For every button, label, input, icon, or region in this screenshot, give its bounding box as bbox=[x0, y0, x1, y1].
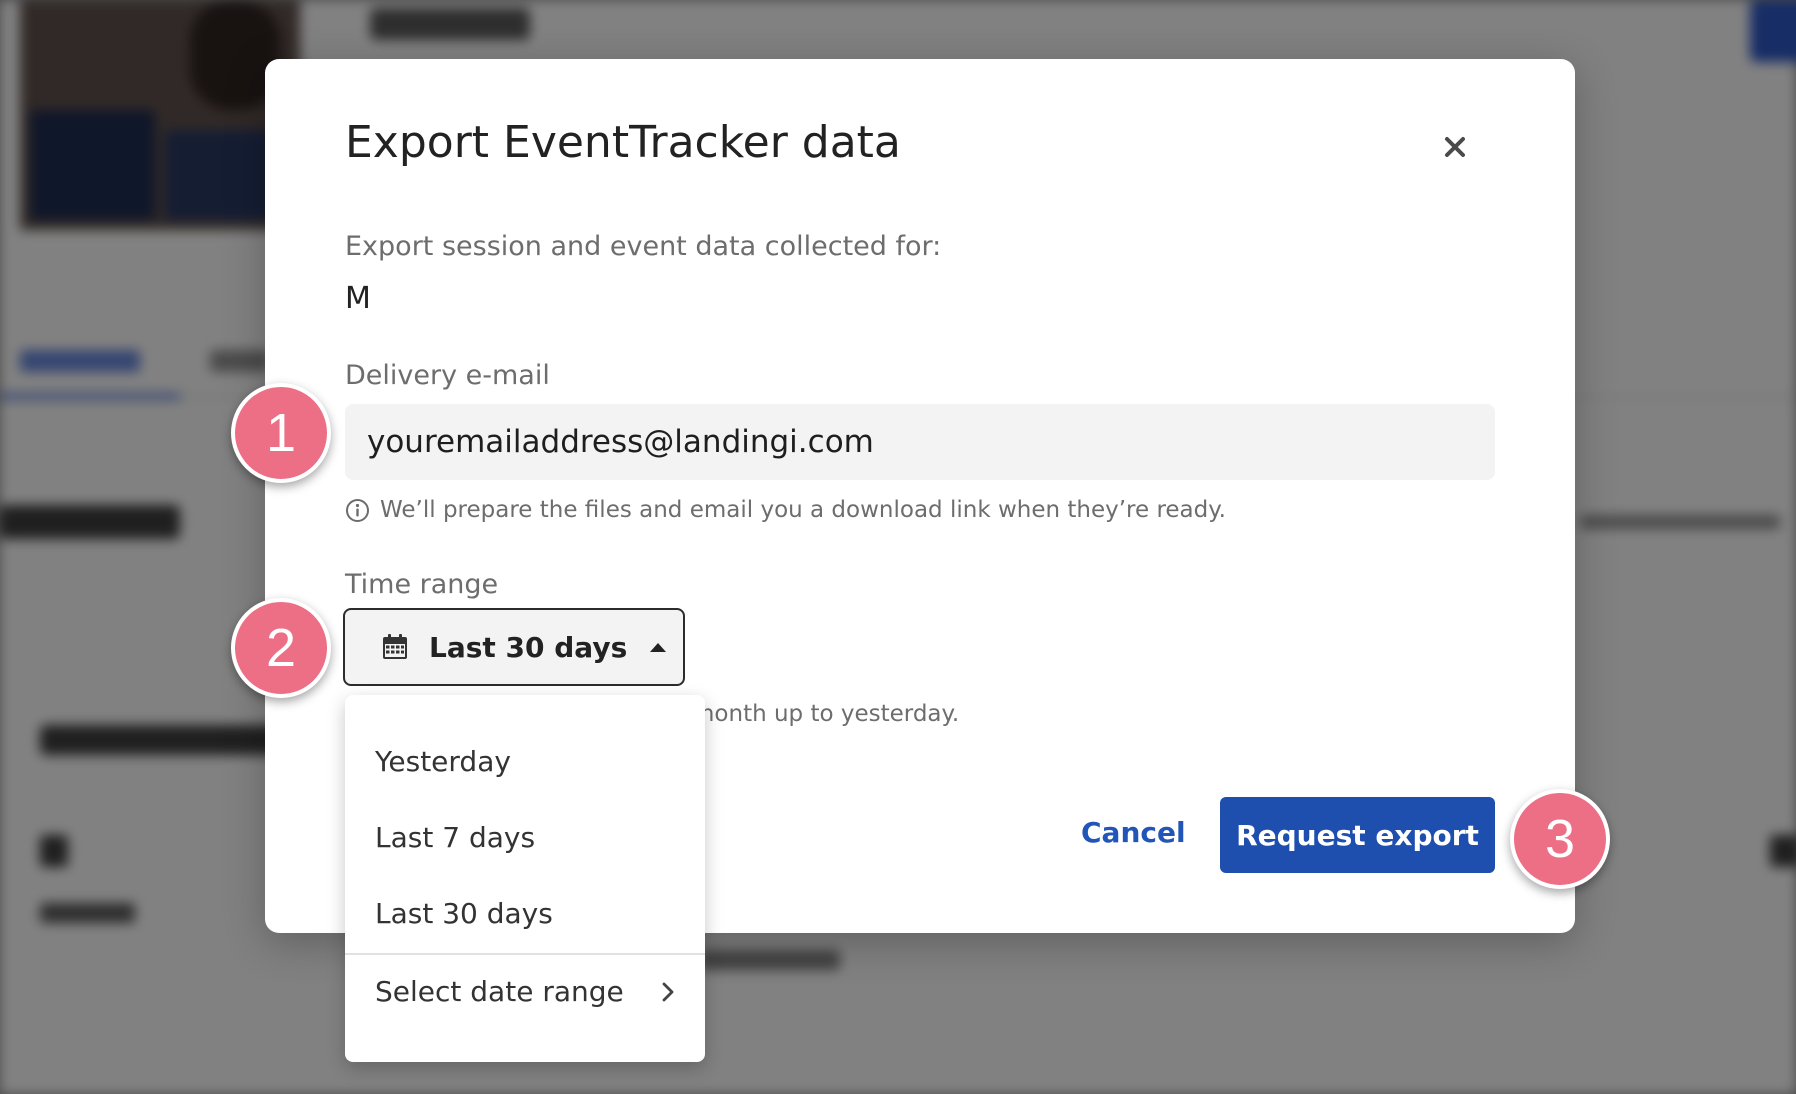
calendar-icon bbox=[383, 634, 407, 659]
subject-value: M bbox=[345, 281, 371, 316]
request-export-button[interactable]: Request export bbox=[1220, 797, 1495, 873]
chevron-right-icon bbox=[662, 982, 674, 1001]
dialog-title: Export EventTracker data bbox=[345, 117, 901, 168]
time-range-label: Time range bbox=[345, 569, 499, 600]
step-badge: 2 bbox=[231, 598, 331, 698]
menu-item-select-date-range[interactable]: Select date range bbox=[375, 975, 675, 1008]
step-badge: 3 bbox=[1510, 789, 1610, 889]
menu-item-last-7-days[interactable]: Last 7 days bbox=[375, 821, 535, 854]
menu-item-yesterday[interactable]: Yesterday bbox=[375, 745, 511, 778]
cancel-button[interactable]: Cancel bbox=[1061, 796, 1206, 868]
delivery-email-input[interactable] bbox=[345, 404, 1495, 480]
screen: Export EventTracker data Export session … bbox=[0, 0, 1796, 1094]
delivery-email-hint-text: We’ll prepare the files and email you a … bbox=[380, 497, 1226, 523]
close-button[interactable] bbox=[1437, 129, 1473, 165]
info-icon bbox=[346, 498, 369, 522]
delivery-email-label: Delivery e-mail bbox=[345, 360, 550, 391]
delivery-email-hint: We’ll prepare the files and email you a … bbox=[345, 497, 1226, 523]
menu-item-last-30-days[interactable]: Last 30 days bbox=[375, 897, 553, 930]
time-range-menu: Yesterday Last 7 days Last 30 days Selec… bbox=[345, 695, 705, 1062]
time-range-dropdown[interactable]: Last 30 days bbox=[343, 608, 685, 686]
menu-item-label: Select date range bbox=[375, 975, 624, 1008]
menu-divider bbox=[345, 953, 705, 955]
subject-label: Export session and event data collected … bbox=[345, 231, 942, 262]
step-badge: 1 bbox=[231, 383, 331, 483]
close-icon bbox=[1445, 137, 1465, 157]
time-range-selected: Last 30 days bbox=[429, 630, 628, 664]
caret-up-icon bbox=[650, 643, 667, 652]
